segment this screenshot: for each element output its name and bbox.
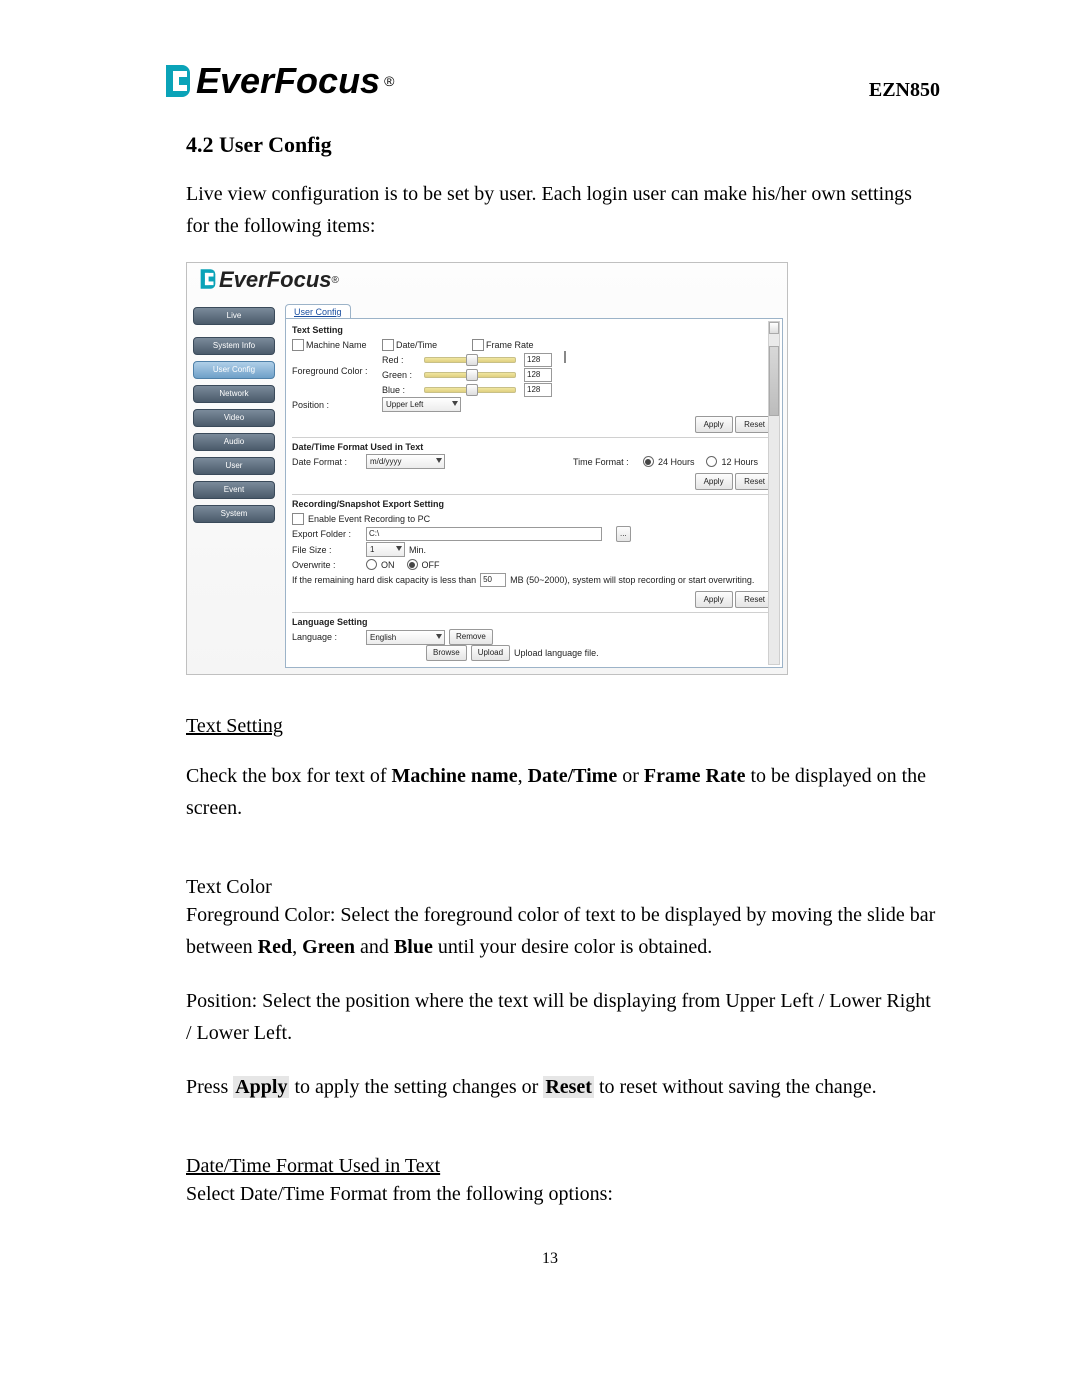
dropdown-position[interactable]: Upper Left — [382, 397, 461, 412]
radio-overwrite-on[interactable] — [366, 559, 377, 570]
paragraph-position: Position: Select the position where the … — [186, 985, 940, 1049]
upload-button[interactable]: Upload — [471, 645, 510, 661]
label-enable-recording: Enable Event Recording to PC — [308, 514, 430, 524]
remove-button[interactable]: Remove — [449, 629, 493, 645]
slider-red[interactable] — [424, 357, 516, 363]
value-green[interactable]: 128 — [524, 368, 552, 382]
dropdown-language[interactable]: English — [366, 630, 445, 645]
brand-logo: EverFocus ® — [160, 60, 394, 102]
dropdown-file-size[interactable]: 1 — [366, 542, 405, 557]
checkbox-machine-name[interactable] — [292, 339, 304, 351]
sidebar-item-user-config[interactable]: User Config — [193, 361, 275, 379]
paragraph-text-setting: Check the box for text of Machine name, … — [186, 760, 940, 824]
slider-green[interactable] — [424, 372, 516, 378]
screenshot: EverFocus ® Live System Info User Config… — [186, 262, 788, 675]
checkbox-enable-recording[interactable] — [292, 513, 304, 525]
sidebar-item-system-info[interactable]: System Info — [193, 337, 275, 355]
tab-user-config[interactable]: User Config — [285, 304, 351, 319]
sidebar-item-system[interactable]: System — [193, 505, 275, 523]
registered-mark: ® — [384, 73, 394, 89]
sidebar: Live System Info User Config Network Vid… — [187, 303, 281, 674]
input-export-folder[interactable]: C:\ — [366, 527, 602, 541]
sidebar-item-audio[interactable]: Audio — [193, 433, 275, 451]
label-file-size: File Size : — [292, 545, 362, 555]
label-24-hours: 24 Hours — [658, 457, 695, 467]
label-position: Position : — [292, 400, 378, 410]
color-swatch — [564, 351, 566, 363]
section-heading: 4.2 User Config — [186, 132, 940, 158]
label-date-format: Date Format : — [292, 457, 362, 467]
shot-brand-text: EverFocus — [219, 267, 332, 293]
label-export-folder: Export Folder : — [292, 529, 362, 539]
label-time-format: Time Format : — [573, 457, 639, 467]
apply-button[interactable]: Apply — [695, 591, 733, 608]
browse-folder-button[interactable]: ... — [616, 526, 631, 542]
heading-text-color: Text Color — [186, 876, 940, 899]
label-machine-name: Machine Name — [306, 340, 367, 350]
label-file-size-unit: Min. — [409, 545, 426, 555]
label-blue: Blue : — [382, 385, 416, 395]
group-datetime-format: Date/Time Format Used in Text — [292, 442, 776, 452]
sidebar-item-user[interactable]: User — [193, 457, 275, 475]
scroll-up-icon[interactable] — [769, 322, 779, 334]
value-red[interactable]: 128 — [524, 353, 552, 367]
label-foreground-color: Foreground Color : — [292, 352, 378, 376]
browse-button[interactable]: Browse — [426, 645, 467, 661]
group-recording-export: Recording/Snapshot Export Setting — [292, 499, 776, 509]
group-language: Language Setting — [292, 617, 776, 627]
heading-datetime-format: Date/Time Format Used in Text — [186, 1155, 940, 1178]
checkbox-date-time[interactable] — [382, 339, 394, 351]
group-text-setting: Text Setting — [292, 325, 776, 335]
checkbox-frame-rate[interactable] — [472, 339, 484, 351]
brand-text: EverFocus — [196, 60, 380, 102]
radio-overwrite-off[interactable] — [407, 559, 418, 570]
label-green: Green : — [382, 370, 416, 380]
value-blue[interactable]: 128 — [524, 383, 552, 397]
scroll-thumb[interactable] — [769, 346, 779, 416]
radio-24-hours[interactable] — [643, 456, 654, 467]
intro-paragraph: Live view configuration is to be set by … — [186, 178, 940, 242]
paragraph-datetime-format: Select Date/Time Format from the followi… — [186, 1178, 940, 1210]
paragraph-foreground-color: Foreground Color: Select the foreground … — [186, 899, 940, 963]
shot-registered-mark: ® — [332, 275, 339, 286]
sidebar-item-video[interactable]: Video — [193, 409, 275, 427]
label-red: Red : — [382, 355, 416, 365]
label-frame-rate: Frame Rate — [486, 340, 534, 350]
scrollbar[interactable] — [768, 321, 780, 665]
label-date-time: Date/Time — [396, 340, 437, 350]
label-capacity-a: If the remaining hard disk capacity is l… — [292, 575, 476, 585]
slider-blue[interactable] — [424, 387, 516, 393]
label-overwrite-on: ON — [381, 560, 395, 570]
input-capacity[interactable]: 50 — [480, 573, 506, 587]
paragraph-apply-reset: Press Apply to apply the setting changes… — [186, 1071, 940, 1103]
label-upload-hint: Upload language file. — [514, 648, 599, 658]
sidebar-item-event[interactable]: Event — [193, 481, 275, 499]
page-number: 13 — [160, 1250, 940, 1268]
sidebar-item-network[interactable]: Network — [193, 385, 275, 403]
apply-button[interactable]: Apply — [695, 473, 733, 490]
label-language: Language : — [292, 632, 362, 642]
sidebar-item-live[interactable]: Live — [193, 307, 275, 325]
radio-12-hours[interactable] — [706, 456, 717, 467]
apply-button[interactable]: Apply — [695, 416, 733, 433]
brand-icon — [160, 63, 196, 99]
label-overwrite-off: OFF — [422, 560, 440, 570]
label-capacity-b: MB (50~2000), system will stop recording… — [510, 575, 754, 585]
shot-brand-icon — [197, 268, 219, 292]
label-12-hours: 12 Hours — [721, 457, 758, 467]
model-number: EZN850 — [869, 79, 940, 102]
label-overwrite: Overwrite : — [292, 560, 362, 570]
dropdown-date-format[interactable]: m/d/yyyy — [366, 454, 445, 469]
heading-text-setting: Text Setting — [186, 715, 940, 738]
